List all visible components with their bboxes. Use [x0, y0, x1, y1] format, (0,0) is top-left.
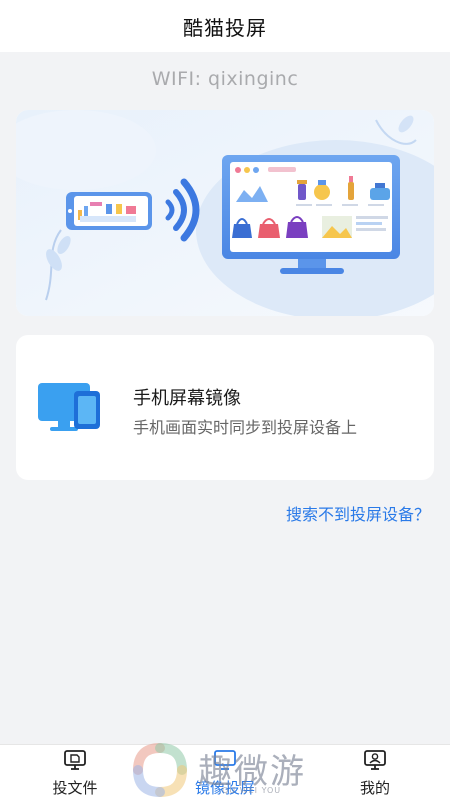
tv-graphic	[222, 155, 400, 274]
cast-file-icon	[64, 750, 86, 770]
phone-to-tv-cast-illustration	[16, 110, 434, 316]
tab-cast-file[interactable]: 投文件	[20, 745, 130, 800]
tab-label: 投文件	[52, 779, 98, 797]
mirror-card-subtitle: 手机画面实时同步到投屏设备上	[133, 418, 358, 437]
device-not-found-link[interactable]: 搜索不到投屏设备？	[286, 501, 430, 525]
mirror-card-title: 手机屏幕镜像	[133, 388, 241, 409]
tab-mirror-cast[interactable]: 镜像投屏	[170, 745, 280, 800]
app-header: 酷猫投屏	[0, 0, 450, 52]
screen-mirror-icon	[38, 383, 100, 431]
wifi-name: WIFI: qixinginc	[151, 68, 299, 90]
tab-profile[interactable]: 我的	[320, 745, 430, 800]
tab-label: 镜像投屏	[194, 779, 255, 797]
hero-illustration	[16, 110, 434, 316]
phone-graphic	[66, 192, 152, 230]
page-title: 酷猫投屏	[183, 15, 267, 40]
profile-icon	[364, 750, 386, 770]
bottom-tab-bar: 投文件 镜像投屏 我的	[0, 744, 450, 800]
screen-mirror-card[interactable]: 手机屏幕镜像 手机画面实时同步到投屏设备上	[16, 335, 434, 480]
mirror-cast-icon	[214, 750, 236, 770]
tab-label: 我的	[359, 779, 390, 797]
